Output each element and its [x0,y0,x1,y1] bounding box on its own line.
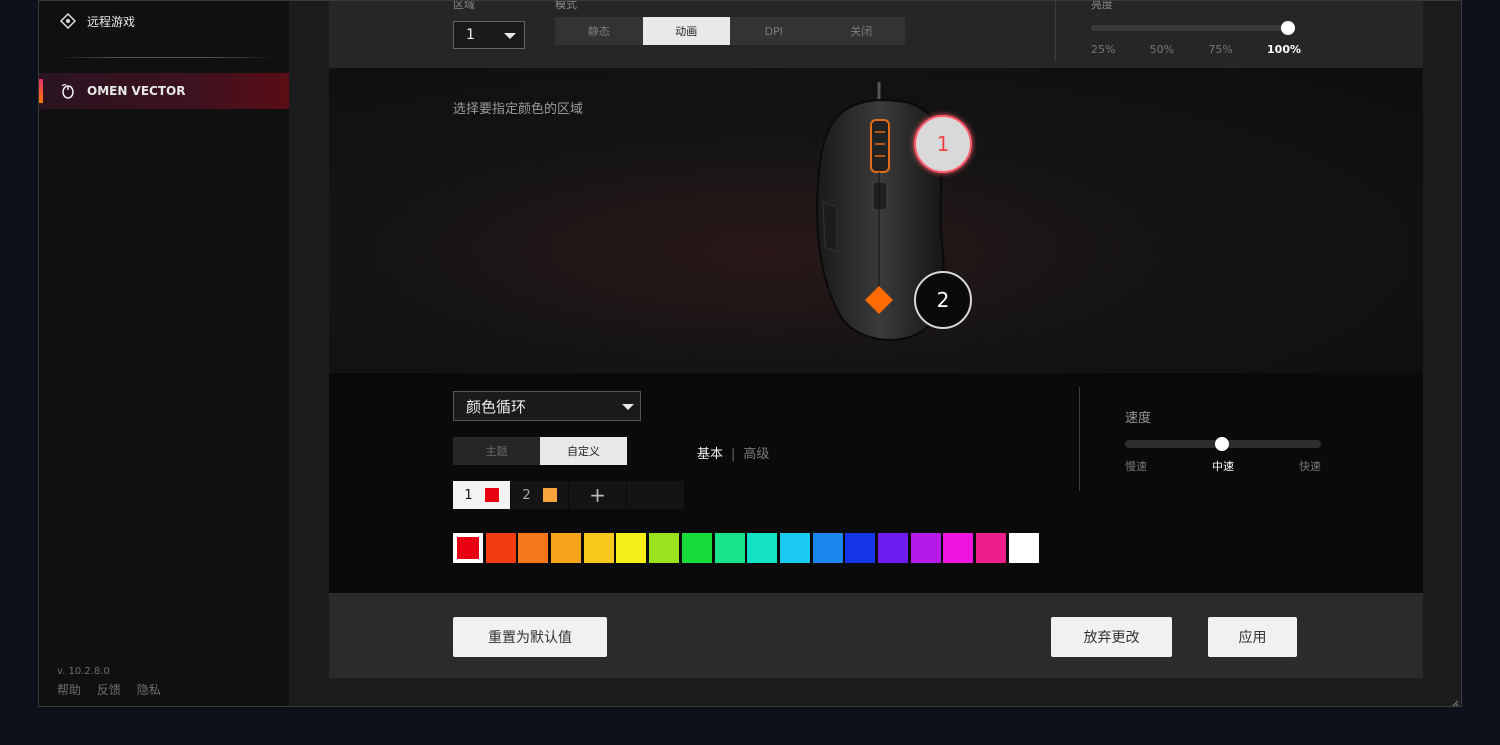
sidebar: 远程游戏 OMEN VECTOR v. 10.2.8.0 帮助 反馈 隐私 [39,1,289,706]
color-slot-index: 2 [522,487,531,503]
brightness-slider-track[interactable] [1091,25,1291,31]
palette-swatch[interactable] [681,533,712,563]
color-slot-1[interactable]: 1 [453,481,511,509]
zone-dropdown-value: 1 [466,27,475,43]
resize-grip-icon[interactable] [1449,694,1459,706]
speed-level-medium: 中速 [1212,460,1234,473]
sidebar-footer: v. 10.2.8.0 帮助 反馈 隐私 [57,666,173,698]
palette-swatch[interactable] [714,533,745,563]
brightness-level-50: 50% [1149,43,1175,56]
brightness-level-75: 75% [1208,43,1233,56]
brightness-label: 亮度 [1091,0,1113,11]
mouse-preview: 选择要指定颜色的区域 1 2 [329,68,1423,373]
tab-static[interactable]: 静态 [555,17,643,45]
palette-swatch[interactable] [485,533,516,563]
zone-2-marker[interactable]: 2 [914,271,972,329]
privacy-link[interactable]: 隐私 [137,683,161,697]
sidebar-item-remote-play[interactable]: 远程游戏 [39,3,289,39]
separator: | [731,447,736,462]
version-text: v. 10.2.8.0 [57,666,110,677]
sidebar-item-label: OMEN VECTOR [87,84,186,98]
effect-dropdown[interactable]: 颜色循环 [453,391,641,421]
speed-level-slow: 慢速 [1125,460,1147,473]
palette-swatch[interactable] [453,533,483,563]
zone-label: 区域 [453,0,475,11]
zone-select-hint: 选择要指定颜色的区域 [453,102,584,117]
sidebar-divider [55,57,275,58]
zone-1-marker[interactable]: 1 [914,115,972,173]
tab-animation[interactable]: 动画 [642,17,730,45]
theme-tabs: 主题 自定义 [453,437,627,465]
mode-label: 模式 [555,0,577,11]
main-content: 区域 1 模式 静态 动画 DPI 关闭 亮度 25% 50% 75% 100% [289,1,1461,706]
mode-tabs: 静态 动画 DPI 关闭 [555,17,905,45]
brightness-level-25: 25% [1091,43,1116,56]
zone-dropdown[interactable]: 1 [453,21,525,49]
brightness-slider-handle[interactable] [1281,21,1295,35]
color-slot-2[interactable]: 2 [511,481,569,509]
palette-swatch[interactable] [812,533,843,563]
palette-swatch[interactable] [877,533,908,563]
palette-swatch[interactable] [1008,533,1039,563]
tab-custom[interactable]: 自定义 [540,437,627,465]
remote-play-icon [59,12,77,30]
color-swatch [542,488,557,502]
basic-advanced-toggle: 基本 | 高级 [697,443,769,462]
speed-levels: 慢速 中速 快速 [1125,458,1321,474]
palette-swatch[interactable] [976,533,1006,563]
speed-label: 速度 [1125,411,1152,426]
reset-defaults-button[interactable]: 重置为默认值 [453,617,607,657]
color-slot-index: 1 [464,487,473,503]
discard-changes-button[interactable]: 放弃更改 [1051,617,1172,657]
app-window: 远程游戏 OMEN VECTOR v. 10.2.8.0 帮助 反馈 隐私 区域… [38,0,1462,707]
chevron-down-icon [504,33,516,39]
mouse-icon [59,82,77,100]
color-slots: 1 2 + [453,481,685,509]
advanced-link[interactable]: 高级 [743,447,769,462]
speed-slider-handle[interactable] [1215,437,1229,451]
divider [1079,387,1080,491]
tab-dpi[interactable]: DPI [730,17,818,45]
palette-swatch[interactable] [779,533,810,563]
sidebar-item-omen-vector[interactable]: OMEN VECTOR [39,73,289,109]
add-color-button[interactable]: + [569,481,627,509]
palette-swatch[interactable] [616,533,647,563]
palette-swatch[interactable] [649,533,680,563]
feedback-link[interactable]: 反馈 [97,683,121,697]
sidebar-item-label: 远程游戏 [87,14,136,29]
color-palette [453,533,1041,563]
effect-controls: 颜色循环 主题 自定义 基本 | 高级 1 2 + 速度 慢速 中速 快速 [329,373,1423,593]
palette-swatch[interactable] [583,533,614,563]
palette-swatch[interactable] [518,533,549,563]
tab-theme[interactable]: 主题 [453,437,540,465]
brightness-level-100: 100% [1267,43,1301,56]
action-bar: 重置为默认值 放弃更改 应用 [329,593,1423,678]
chevron-down-icon [622,404,634,410]
speed-level-fast: 快速 [1299,460,1321,473]
palette-swatch[interactable] [747,533,778,563]
help-link[interactable]: 帮助 [57,683,81,697]
lighting-top-bar: 区域 1 模式 静态 动画 DPI 关闭 亮度 25% 50% 75% 100% [329,1,1423,68]
brightness-levels: 25% 50% 75% 100% [1091,43,1301,56]
plus-icon: + [589,483,606,507]
apply-button[interactable]: 应用 [1208,617,1297,657]
palette-swatch[interactable] [910,533,941,563]
palette-swatch[interactable] [845,533,876,563]
tab-off[interactable]: 关闭 [818,17,906,45]
color-swatch [484,488,499,502]
basic-link[interactable]: 基本 [697,447,723,462]
palette-swatch[interactable] [943,533,974,563]
divider [1055,1,1056,61]
effect-dropdown-value: 颜色循环 [466,397,527,416]
palette-swatch[interactable] [551,533,582,563]
empty-color-slot [627,481,685,509]
